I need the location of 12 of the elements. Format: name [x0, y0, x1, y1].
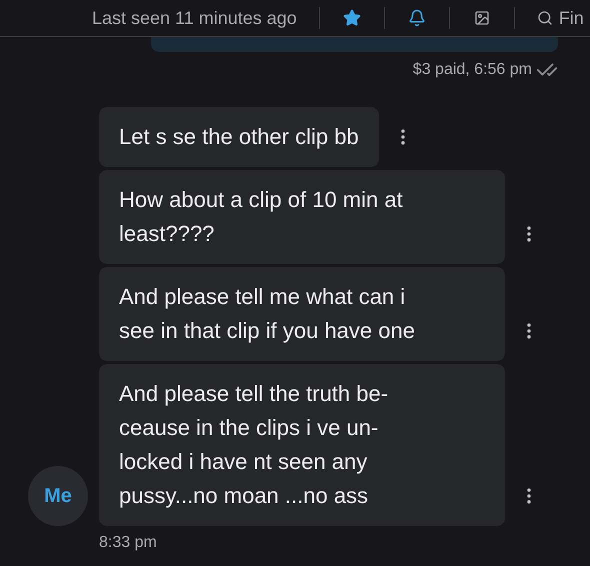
message-text: And please tell me what can i see in that clip if you have one — [119, 283, 416, 345]
bell-icon[interactable] — [406, 8, 427, 28]
avatar: Me — [28, 466, 88, 526]
message-text: How about a clip of 10 min at least???? — [119, 186, 404, 248]
payment-receipt: $3 paid, 6:56 pm — [412, 60, 532, 80]
message-text: And please tell the truth be- ceause in the clips i ve un- locked i have nt seen any pussy...no moan ...no ass — [119, 380, 390, 510]
search-icon — [536, 10, 553, 26]
search-button[interactable]: Fin — [536, 4, 584, 32]
message-text: Let s se the other clip bb — [119, 123, 359, 151]
star-icon[interactable] — [342, 8, 362, 28]
last-seen-status: Last seen 11 minutes ago — [92, 6, 297, 30]
message-time: 8:33 pm — [99, 534, 157, 551]
